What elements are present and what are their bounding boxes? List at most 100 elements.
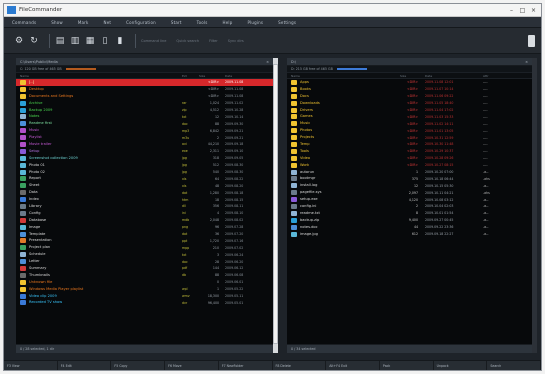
- toolbar-hint[interactable]: Filter: [209, 39, 218, 43]
- file-row[interactable]: Books <DIR> 2009.11.07 10:14 ----: [287, 86, 532, 93]
- file-row[interactable]: Thumbnails db 88 2009.06.08: [16, 272, 273, 279]
- toolbar-hint[interactable]: Quick search: [176, 39, 199, 43]
- file-row[interactable]: Apps <DIR> 2009.11.08 12:01 ----: [287, 79, 532, 86]
- menu-item[interactable]: Configuration: [126, 20, 156, 25]
- file-row[interactable]: Downloads <DIR> 2009.11.05 18:40 ----: [287, 100, 532, 107]
- file-row[interactable]: Photo 01 jpg 512 2009.08.30: [16, 162, 273, 169]
- file-row[interactable]: Video clip 2009 wmv 18,300 2009.05.11: [16, 293, 273, 300]
- function-key-button[interactable]: Pack: [380, 361, 434, 370]
- minimize-button[interactable]: –: [508, 7, 515, 14]
- function-key-button[interactable]: F6 Move: [165, 361, 219, 370]
- file-row[interactable]: config.ini 2 2009.10.04 02:03 -a--: [287, 203, 532, 210]
- file-row[interactable]: Summary pdf 144 2009.06.12: [16, 265, 273, 272]
- menu-item[interactable]: Net: [104, 20, 112, 25]
- file-row[interactable]: Drivers <DIR> 2009.11.04 17:02 ----: [287, 107, 532, 114]
- file-row[interactable]: Report xls 64 2009.08.22: [16, 175, 273, 182]
- file-row[interactable]: Database mdb 2,048 2009.08.02: [16, 217, 273, 224]
- left-panel[interactable]: C:\Users\Public\Media × C: 120 GB free o…: [16, 58, 273, 353]
- maximize-button[interactable]: □: [519, 7, 526, 14]
- file-row[interactable]: Projects <DIR> 2009.10.31 12:59 ----: [287, 134, 532, 141]
- toolbar-hint[interactable]: Sync dirs: [228, 39, 244, 43]
- file-row[interactable]: Config ini 4 2009.08.10: [16, 210, 273, 217]
- file-row[interactable]: Video <DIR> 2009.10.28 09:26 ----: [287, 155, 532, 162]
- column-header[interactable]: Attr: [483, 74, 489, 78]
- file-row[interactable]: Work <DIR> 2009.10.27 08:15 ----: [287, 162, 532, 169]
- trash-icon[interactable]: ▮: [115, 36, 125, 46]
- file-row[interactable]: Windows Media Player playlist wpl 1 2009.05…: [16, 286, 273, 293]
- column-header[interactable]: Name: [20, 74, 182, 78]
- right-path-tab[interactable]: D:\ ×: [287, 58, 532, 66]
- file-row[interactable]: Music <DIR> 2009.11.02 14:11 ----: [287, 120, 532, 127]
- menu-item[interactable]: Tools: [197, 20, 208, 25]
- function-key-button[interactable]: Search: [487, 361, 541, 370]
- function-key-button[interactable]: F8 Delete: [273, 361, 327, 370]
- file-row[interactable]: Desktop <DIR> 2009.11.08: [16, 86, 273, 93]
- toolbar-hint[interactable]: Command line: [141, 39, 166, 43]
- file-row[interactable]: pagefile.sys 2,097 2009.10.11 04:21 -ahs: [287, 189, 532, 196]
- close-icon[interactable]: ×: [266, 60, 269, 64]
- file-row[interactable]: Notes txt 12 2009.10.14: [16, 113, 273, 120]
- file-row[interactable]: Photos <DIR> 2009.11.01 13:05 ----: [287, 127, 532, 134]
- file-row[interactable]: Archive rar 1,024 2009.11.02: [16, 100, 273, 107]
- menu-item[interactable]: Mark: [78, 20, 89, 25]
- column-header[interactable]: Date: [425, 74, 483, 78]
- view-icon[interactable]: ▯: [100, 36, 110, 46]
- file-row[interactable]: Docs <DIR> 2009.11.06 09:22 ----: [287, 93, 532, 100]
- scroll-thumb[interactable]: [273, 64, 278, 344]
- file-row[interactable]: [..] <DIR> 2009.11.08: [16, 79, 273, 86]
- right-scrollbar[interactable]: [532, 58, 537, 353]
- left-path-tab[interactable]: C:\Users\Public\Media ×: [16, 58, 273, 66]
- copy-icon[interactable]: ▤: [55, 36, 65, 46]
- file-row[interactable]: Letter doc 28 2009.06.20: [16, 258, 273, 265]
- file-row[interactable]: install.log 12 2009.10.15 05:30 -a--: [287, 182, 532, 189]
- right-panel[interactable]: D:\ × D: 215 GB free of 465 GB Name Size…: [287, 58, 532, 353]
- file-row[interactable]: readme.txt 8 2009.10.01 01:54 -a--: [287, 210, 532, 217]
- refresh-icon[interactable]: ↻: [29, 36, 39, 46]
- file-row[interactable]: Tools <DIR> 2009.10.29 10:37 ----: [287, 148, 532, 155]
- cut-icon[interactable]: ▥: [70, 36, 80, 46]
- menu-item[interactable]: Start: [171, 20, 182, 25]
- file-row[interactable]: Template dot 36 2009.07.20: [16, 231, 273, 238]
- function-key-button[interactable]: Alt+F4 Exit: [326, 361, 380, 370]
- file-row[interactable]: Music mp3 6,842 2009.09.21: [16, 127, 273, 134]
- file-row[interactable]: Schedule txt 3 2009.06.24: [16, 251, 273, 258]
- file-row[interactable]: Temp <DIR> 2009.10.30 11:48 ----: [287, 141, 532, 148]
- close-icon[interactable]: ×: [525, 60, 528, 64]
- settings-icon[interactable]: ⚙: [14, 36, 24, 46]
- file-row[interactable]: backup.zip 9,400 2009.09.27 00:45 -a--: [287, 217, 532, 224]
- file-row[interactable]: Image png 96 2009.07.28: [16, 224, 273, 231]
- folder-icon[interactable]: [528, 35, 535, 47]
- file-row[interactable]: Readme first doc 88 2009.09.30: [16, 120, 273, 127]
- file-row[interactable]: Presentation ppt 1,720 2009.07.16: [16, 237, 273, 244]
- file-row[interactable]: Index htm 18 2009.08.15: [16, 196, 273, 203]
- file-row[interactable]: Games <DIR> 2009.11.03 15:33 ----: [287, 113, 532, 120]
- file-row[interactable]: notes.doc 44 2009.09.22 23:36 -a--: [287, 224, 532, 231]
- function-key-button[interactable]: F4 Edit: [58, 361, 112, 370]
- file-row[interactable]: Backup 2009 zip 4,512 2009.10.28: [16, 107, 273, 114]
- file-row[interactable]: Sheet xls 48 2009.08.20: [16, 182, 273, 189]
- file-row[interactable]: autorun 1 2009.10.20 07:00 -a--: [287, 169, 532, 176]
- file-row[interactable]: image.jpg 612 2009.09.18 22:27 -a--: [287, 231, 532, 238]
- paste-icon[interactable]: ▦: [85, 36, 95, 46]
- function-key-button[interactable]: F3 View: [4, 361, 58, 370]
- column-header[interactable]: Size: [199, 74, 225, 78]
- function-key-button[interactable]: Unpack: [434, 361, 488, 370]
- close-button[interactable]: ×: [530, 7, 537, 14]
- menu-item[interactable]: Settings: [278, 20, 296, 25]
- file-row[interactable]: Data dat 1,280 2009.08.18: [16, 189, 273, 196]
- file-row[interactable]: Movie trailer avi 44,210 2009.09.18: [16, 141, 273, 148]
- menu-item[interactable]: Show: [51, 20, 63, 25]
- menu-item[interactable]: Commands: [12, 20, 36, 25]
- file-row[interactable]: Screenshot collection 2009 jpg 318 2009.09.…: [16, 155, 273, 162]
- file-row[interactable]: Documents and Settings <DIR> 2009.11.08: [16, 93, 273, 100]
- file-row[interactable]: Photo 02 jpg 540 2009.08.30: [16, 169, 273, 176]
- menu-item[interactable]: Plugins: [247, 20, 263, 25]
- file-row[interactable]: setup.exe 4,120 2009.10.08 03:12 -a--: [287, 196, 532, 203]
- file-row[interactable]: bootmgr 375 2009.10.18 06:44 -ahs: [287, 175, 532, 182]
- menu-item[interactable]: Help: [223, 20, 233, 25]
- file-row[interactable]: Library dll 356 2009.08.11: [16, 203, 273, 210]
- left-scrollbar[interactable]: [273, 58, 278, 353]
- column-header[interactable]: Size: [400, 74, 425, 78]
- function-key-button[interactable]: F7 NewFolder: [219, 361, 273, 370]
- file-row[interactable]: Unknown file 0 2009.06.01: [16, 279, 273, 286]
